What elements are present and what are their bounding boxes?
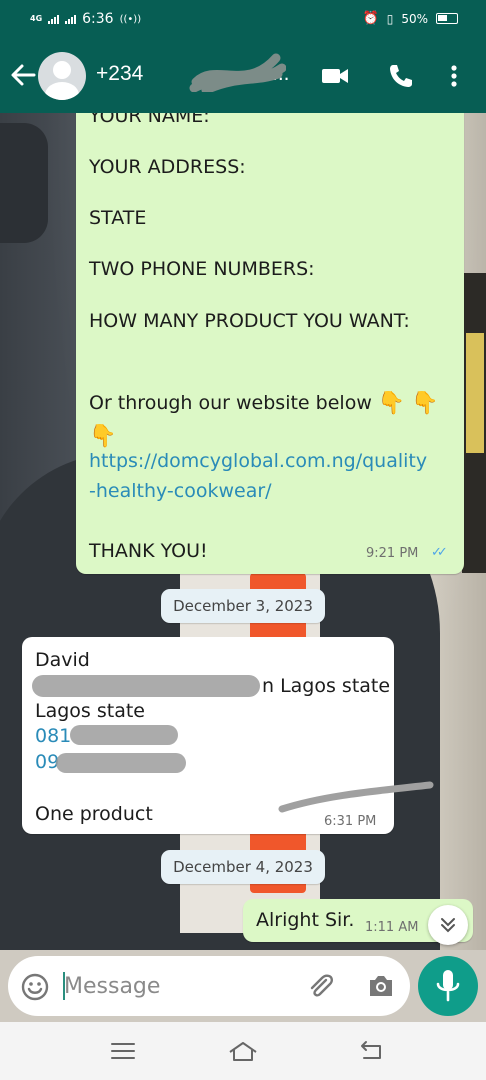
date-divider: December 4, 2023 — [161, 850, 325, 884]
message-placeholder: Message — [64, 974, 161, 999]
menu-icon[interactable] — [108, 1038, 138, 1064]
chat-area[interactable]: YOUR NAME: YOUR ADDRESS: STATE TWO PHONE… — [0, 113, 486, 950]
microphone-icon — [436, 970, 460, 1002]
vibrate-icon: ▯ — [386, 11, 394, 26]
chevron-double-down-icon — [441, 918, 455, 933]
battery-icon — [436, 13, 458, 24]
message-line: STATE — [89, 207, 147, 229]
video-call-icon[interactable] — [320, 62, 350, 90]
message-line: THANK YOU! — [89, 540, 208, 562]
website-link[interactable]: https://domcyglobal.com.ng/quality — [89, 450, 427, 472]
read-ticks-icon: ✓✓ — [431, 545, 448, 560]
pointing-down-emoji-icon: 👇 — [411, 390, 439, 416]
chat-header: +234 ... — [0, 40, 486, 113]
message-line: Or through our website below — [89, 392, 372, 414]
message-bubble-outgoing[interactable]: YOUR NAME: YOUR ADDRESS: STATE TWO PHONE… — [76, 113, 464, 574]
message-line: n Lagos state — [262, 675, 391, 697]
message-line: YOUR NAME: — [89, 113, 210, 127]
pointing-down-emoji-icon: 👇 — [89, 423, 117, 449]
compose-bar: Message — [0, 950, 486, 1022]
message-line: One product — [35, 803, 153, 825]
message-line: TWO PHONE NUMBERS: — [89, 258, 315, 280]
scroll-to-bottom-button[interactable] — [428, 905, 468, 945]
message-line: Lagos state — [35, 700, 145, 722]
signal-icon-2 — [65, 14, 77, 24]
alarm-icon: ⏰ — [362, 11, 379, 26]
pointing-down-emoji-icon: 👇 — [377, 390, 406, 416]
back-arrow-icon[interactable] — [8, 60, 38, 90]
contact-prefix: +234 — [96, 62, 144, 85]
message-line: YOUR ADDRESS: — [89, 156, 246, 178]
network-type: 4G — [30, 14, 43, 23]
signal-icon — [48, 14, 60, 24]
message-time: 9:21 PM — [366, 546, 419, 561]
message-text: Alright Sir. — [256, 909, 355, 931]
message-time: 1:11 AM — [365, 920, 419, 935]
attach-paperclip-icon[interactable] — [306, 971, 336, 1001]
redaction-scribble — [278, 781, 434, 813]
message-line: HOW MANY PRODUCT YOU WANT: — [89, 310, 410, 332]
camera-icon[interactable] — [366, 972, 396, 1000]
message-line: David — [35, 649, 90, 671]
status-bar: 4G 6:36 ((•)) ⏰ ▯ 50% — [0, 0, 486, 40]
back-icon[interactable] — [356, 1038, 386, 1064]
wallpaper-frame-art — [466, 333, 484, 453]
avatar[interactable] — [38, 52, 86, 100]
voice-record-button[interactable] — [418, 956, 478, 1016]
phone-icon[interactable] — [386, 62, 416, 90]
more-vert-icon[interactable] — [442, 62, 466, 90]
hotspot-icon: ((•)) — [119, 13, 142, 25]
system-nav-bar — [0, 1022, 486, 1080]
wallpaper-lamp — [0, 123, 48, 243]
redaction-scribble — [56, 753, 186, 773]
emoji-icon[interactable] — [20, 972, 50, 1002]
home-icon[interactable] — [226, 1038, 260, 1064]
redaction-scribble — [189, 53, 286, 92]
status-time: 6:36 — [82, 11, 114, 27]
redaction-scribble — [32, 675, 260, 697]
redaction-scribble — [70, 725, 178, 745]
battery-level: 50% — [401, 11, 428, 26]
date-divider: December 3, 2023 — [161, 589, 325, 623]
phone-link[interactable]: 081 — [35, 725, 71, 747]
website-link[interactable]: -healthy-cookwear/ — [89, 480, 272, 502]
message-input[interactable]: Message — [8, 956, 410, 1016]
